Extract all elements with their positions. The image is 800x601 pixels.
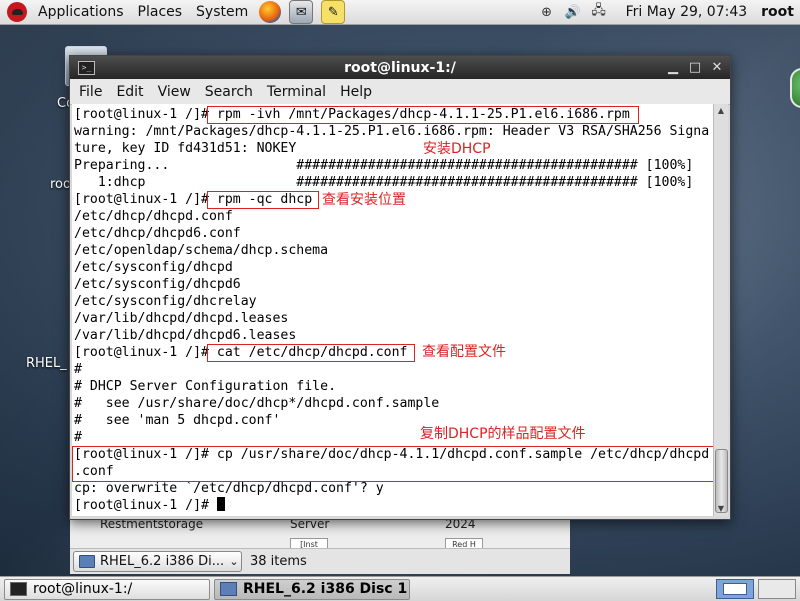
menu-terminal[interactable]: Terminal xyxy=(260,84,333,100)
taskbar-terminal[interactable]: root@linux-1:/ xyxy=(4,578,210,600)
annotation-install: 安装DHCP xyxy=(423,141,491,157)
file-manager-statusbar: RHEL_6.2 i386 Di... ⌄ 38 items xyxy=(70,548,570,574)
terminal-line: /etc/sysconfig/dhcpd6 xyxy=(74,277,241,292)
terminal-line: /etc/dhcp/dhcpd.conf xyxy=(74,209,233,224)
terminal-line: /etc/openldap/schema/dhcp.schema xyxy=(74,243,329,258)
scroll-down-icon[interactable]: ▼ xyxy=(715,503,727,515)
menu-view[interactable]: View xyxy=(151,84,198,100)
terminal-line: /var/lib/dhcpd/dhcpd6.leases xyxy=(74,328,297,343)
menu-help[interactable]: Help xyxy=(333,84,379,100)
terminal-titlebar[interactable]: >_ root@linux-1:/ ▁ □ ✕ xyxy=(70,56,730,79)
system-tray: ⊕ 🔊 🖧 Fri May 29, 07:43 root xyxy=(534,2,800,22)
terminal-line: # see 'man 5 dhcpd.conf' xyxy=(74,413,281,428)
terminal-line: # see /usr/share/doc/dhcp*/dhcpd.conf.sa… xyxy=(74,396,440,411)
terminal-line: /etc/sysconfig/dhcpd xyxy=(74,260,233,275)
window-title: root@linux-1:/ xyxy=(344,59,456,76)
terminal-line: /etc/sysconfig/dhcrelay xyxy=(74,294,257,309)
terminal-line: ture, key ID fd431d51: NOKEY xyxy=(74,141,297,156)
annotation-copy-sample: 复制DHCP的样品配置文件 xyxy=(420,426,586,442)
location-dropdown[interactable]: RHEL_6.2 i386 Di... ⌄ xyxy=(73,551,242,572)
location-text: RHEL_6.2 i386 Di... xyxy=(100,554,225,569)
terminal-line: # xyxy=(74,430,82,445)
menu-edit[interactable]: Edit xyxy=(109,84,150,100)
desktop-icon-label: roo xyxy=(50,177,71,192)
terminal-line: Preparing... ###########################… xyxy=(74,158,694,173)
folder-icon xyxy=(79,555,95,568)
taskbar-file-manager[interactable]: RHEL_6.2 i386 Disc 1 xyxy=(214,578,410,600)
terminal-menubar: File Edit View Search Terminal Help xyxy=(70,79,730,105)
text-cursor xyxy=(216,497,225,511)
item-count: 38 items xyxy=(250,554,307,569)
desktop-icon-label: RHEL_ xyxy=(26,356,67,371)
terminal-line: [root@linux-1 /]# cp /usr/share/doc/dhcp… xyxy=(74,447,710,462)
terminal-line: [root@linux-1 /]# cat /etc/dhcp/dhcpd.co… xyxy=(74,345,408,360)
accessibility-icon[interactable]: ⊕ xyxy=(537,2,557,22)
terminal-line: /var/lib/dhcpd/dhcpd.leases xyxy=(74,311,289,326)
taskbar-file-manager-label: RHEL_6.2 i386 Disc 1 xyxy=(243,581,408,597)
scroll-up-icon[interactable]: ▲ xyxy=(715,105,727,117)
redhat-logo-icon[interactable] xyxy=(7,2,27,22)
maximize-icon[interactable]: □ xyxy=(686,59,704,77)
applications-menu[interactable]: Applications xyxy=(31,4,131,20)
minimize-icon[interactable]: ▁ xyxy=(664,59,682,77)
firefox-icon[interactable] xyxy=(259,1,282,23)
user-menu[interactable]: root xyxy=(761,4,794,20)
terminal-line: [root@linux-1 /]# rpm -ivh /mnt/Packages… xyxy=(74,107,630,122)
network-icon[interactable]: 🖧 xyxy=(589,2,609,22)
annotation-config: 查看配置文件 xyxy=(422,344,506,360)
menu-file[interactable]: File xyxy=(70,84,109,100)
taskbar-terminal-label: root@linux-1:/ xyxy=(33,581,133,597)
folder-icon xyxy=(220,582,237,596)
annotation-location: 查看安装位置 xyxy=(322,192,406,208)
volume-icon[interactable]: 🔊 xyxy=(563,2,583,22)
terminal-line: /etc/dhcp/dhcpd6.conf xyxy=(74,226,241,241)
terminal-output[interactable]: [root@linux-1 /]# rpm -ivh /mnt/Packages… xyxy=(72,104,713,516)
close-icon[interactable]: ✕ xyxy=(708,59,726,77)
workspace-2[interactable] xyxy=(758,579,796,599)
workspace-switcher xyxy=(712,579,796,599)
terminal-line: # DHCP Server Configuration file. xyxy=(74,379,337,394)
clock[interactable]: Fri May 29, 07:43 xyxy=(626,4,748,20)
network-sphere-icon[interactable] xyxy=(790,68,800,108)
chevron-down-icon: ⌄ xyxy=(229,555,239,568)
notes-icon[interactable]: ✎ xyxy=(321,0,346,24)
bottom-panel: root@linux-1:/ RHEL_6.2 i386 Disc 1 xyxy=(0,576,800,601)
terminal-line: warning: /mnt/Packages/dhcp-4.1.1-25.P1.… xyxy=(74,124,710,139)
terminal-scrollbar[interactable]: ▲ ▼ xyxy=(713,104,728,516)
terminal-line: cp: overwrite `/etc/dhcp/dhcpd.conf'? y xyxy=(74,481,384,496)
terminal-line: .conf xyxy=(74,464,114,479)
terminal-prompt: [root@linux-1 /]# xyxy=(74,498,217,513)
workspace-1[interactable] xyxy=(716,579,754,599)
menu-search[interactable]: Search xyxy=(198,84,260,100)
top-panel: Applications Places System ✉ ✎ ⊕ 🔊 🖧 Fri… xyxy=(0,0,800,25)
terminal-icon xyxy=(10,582,27,596)
terminal-prompt-line[interactable]: [root@linux-1 /]# xyxy=(74,497,713,514)
system-menu[interactable]: System xyxy=(189,4,255,20)
places-menu[interactable]: Places xyxy=(131,4,190,20)
mail-icon[interactable]: ✉ xyxy=(289,0,314,24)
terminal-window: >_ root@linux-1:/ ▁ □ ✕ File Edit View S… xyxy=(69,55,731,520)
terminal-line: # xyxy=(74,362,82,377)
